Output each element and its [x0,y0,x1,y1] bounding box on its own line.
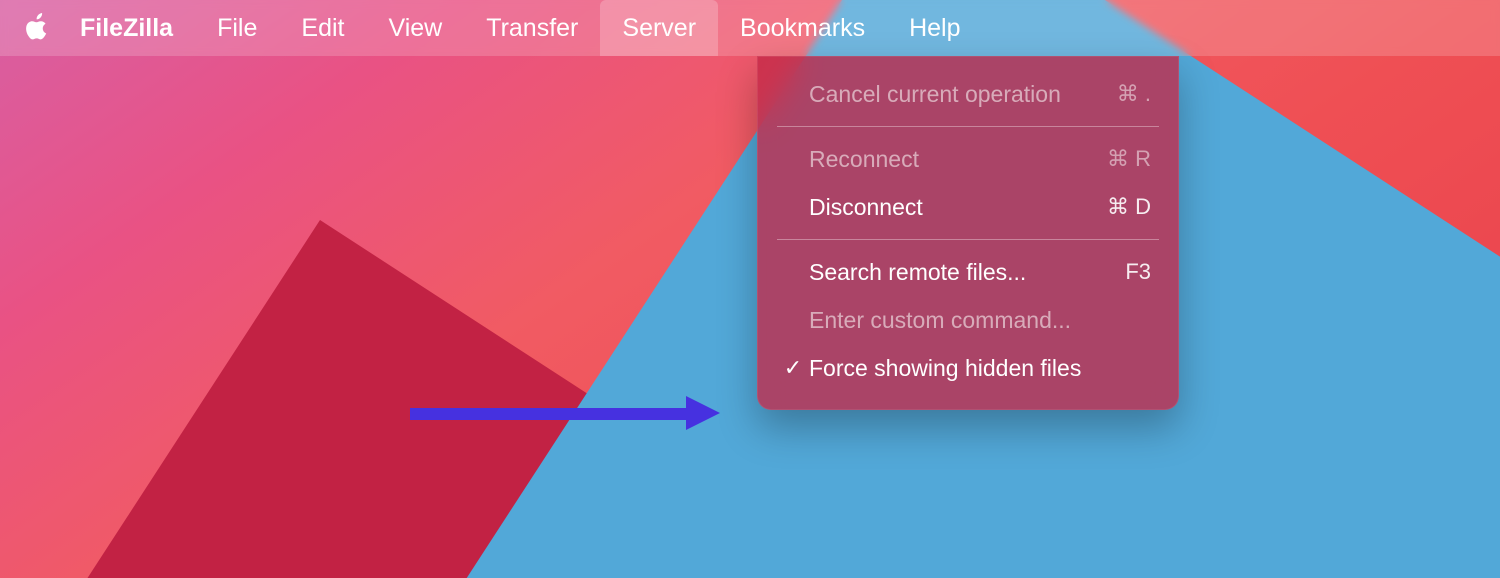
menu-edit[interactable]: Edit [279,0,366,56]
menuitem-label: Reconnect [809,146,1107,173]
menuitem-label: Enter custom command... [809,307,1151,334]
menuitem-cancel-current-operation: Cancel current operation ⌘ . [757,70,1179,118]
menuitem-force-showing-hidden-files[interactable]: ✓ Force showing hidden files [757,344,1179,392]
menu-server[interactable]: Server [600,0,718,56]
apple-logo-icon [23,12,51,45]
arrow-head-icon [686,396,720,430]
apple-menu[interactable] [20,11,54,45]
desktop-background: FileZilla File Edit View Transfer Server… [0,0,1500,578]
menuitem-shortcut: ⌘ R [1107,146,1151,172]
menuitem-shortcut: ⌘ . [1117,81,1151,107]
menuitem-disconnect[interactable]: Disconnect ⌘ D [757,183,1179,231]
menu-separator [777,126,1159,127]
annotation-arrow [410,398,720,428]
menuitem-label: Cancel current operation [809,81,1117,108]
arrow-shaft [410,408,690,420]
menuitem-label: Disconnect [809,194,1107,221]
menu-separator [777,239,1159,240]
menuitem-search-remote-files[interactable]: Search remote files... F3 [757,248,1179,296]
checkmark-icon: ✓ [779,355,807,381]
macos-menubar: FileZilla File Edit View Transfer Server… [0,0,1500,56]
menu-transfer[interactable]: Transfer [464,0,600,56]
menuitem-enter-custom-command: Enter custom command... [757,296,1179,344]
menuitem-label: Search remote files... [809,259,1125,286]
menu-file[interactable]: File [195,0,279,56]
menu-bookmarks[interactable]: Bookmarks [718,0,887,56]
menuitem-label: Force showing hidden files [809,355,1151,382]
menuitem-shortcut: ⌘ D [1107,194,1151,220]
menuitem-reconnect: Reconnect ⌘ R [757,135,1179,183]
menuitem-shortcut: F3 [1125,259,1151,285]
server-dropdown: Cancel current operation ⌘ . Reconnect ⌘… [757,56,1179,410]
menu-view[interactable]: View [366,0,464,56]
menu-help[interactable]: Help [887,0,982,56]
app-name-menu[interactable]: FileZilla [80,0,195,56]
